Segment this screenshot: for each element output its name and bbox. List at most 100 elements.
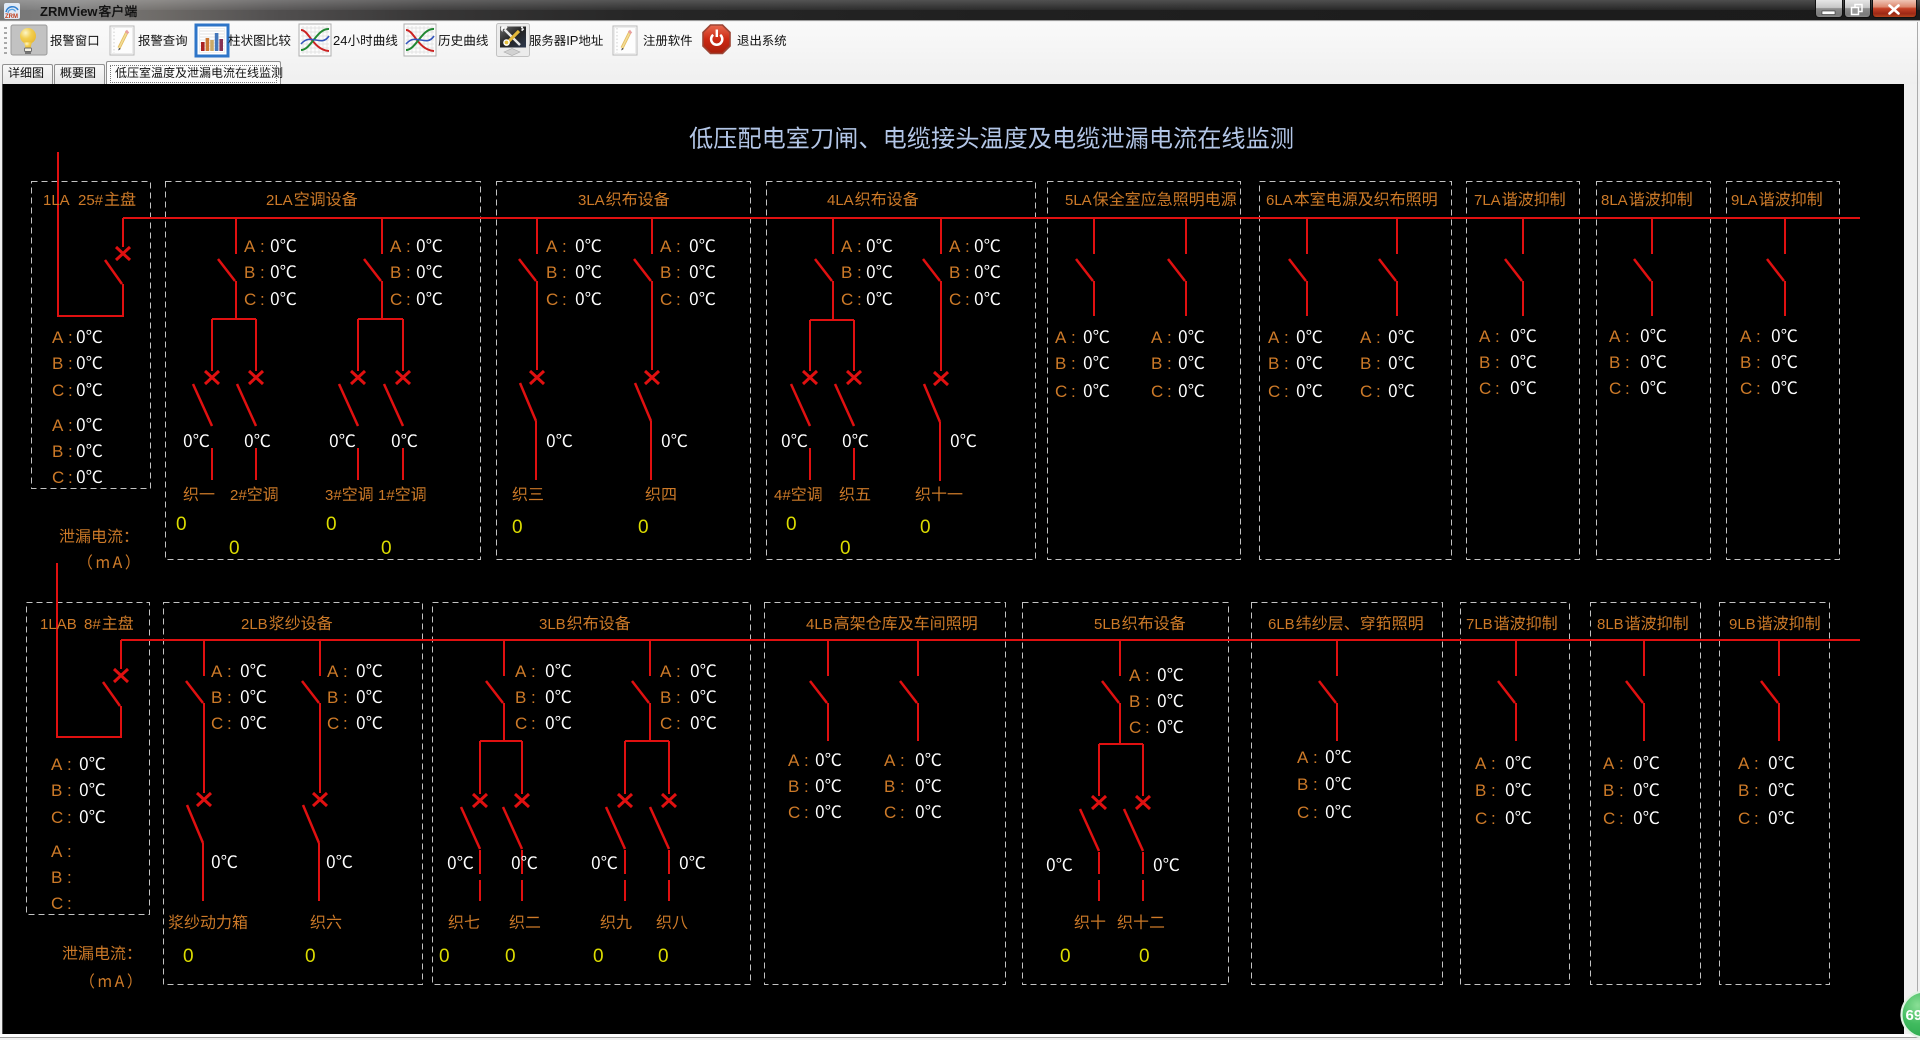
svg-text:A:: A: (1475, 754, 1496, 773)
svg-text:B:: B: (1603, 781, 1624, 800)
svg-text:C:: C: (1360, 382, 1381, 401)
svg-text:A:: A: (1479, 327, 1500, 346)
svg-text:B:: B: (1475, 781, 1496, 800)
svg-text:A:: A: (660, 662, 681, 681)
svg-text:1#: 1# (378, 487, 395, 504)
svg-text:B:: B: (884, 777, 905, 796)
svg-text:A:: A: (1297, 748, 1318, 767)
svg-text:1LAB: 1LAB (40, 616, 77, 633)
svg-text:A:: A: (660, 237, 681, 256)
svg-text:A:: A: (1151, 328, 1172, 347)
svg-text:C:: C: (1479, 379, 1500, 398)
svg-text:1LA: 1LA (43, 192, 70, 209)
svg-text:C:: C: (884, 803, 905, 822)
svg-text:A:: A: (327, 662, 348, 681)
svg-text:B:: B: (390, 263, 411, 282)
svg-text:B:: B: (1151, 354, 1172, 373)
svg-text:C:: C: (1297, 803, 1318, 822)
svg-text:8LA: 8LA (1601, 192, 1628, 209)
svg-text:B:: B: (660, 263, 681, 282)
svg-text:C:: C: (1151, 382, 1172, 401)
svg-text:A:: A: (546, 237, 567, 256)
svg-text:0: 0 (593, 946, 604, 967)
svg-text:C:: C: (841, 290, 862, 309)
svg-text:0: 0 (840, 538, 851, 559)
svg-text:C:: C: (52, 468, 73, 487)
svg-text:A:: A: (841, 237, 862, 256)
svg-text:B:: B: (1268, 354, 1289, 373)
svg-text:B:: B: (1055, 354, 1076, 373)
svg-text:0: 0 (920, 517, 931, 538)
svg-text:A:: A: (1055, 328, 1076, 347)
svg-text:0: 0 (786, 514, 797, 535)
svg-text:B:: B: (211, 688, 232, 707)
svg-text:B:: B: (515, 688, 536, 707)
svg-text:C:: C: (660, 290, 681, 309)
svg-text:A:: A: (1740, 327, 1761, 346)
svg-text:B:: B: (546, 263, 567, 282)
svg-text:24: 24 (333, 33, 347, 48)
svg-text:C:: C: (1603, 809, 1624, 828)
svg-text:6LA: 6LA (1266, 192, 1293, 209)
svg-text:0: 0 (326, 514, 337, 535)
svg-text:IP: IP (566, 33, 578, 48)
svg-text:C:: C: (1055, 382, 1076, 401)
svg-text:A:: A: (884, 751, 905, 770)
svg-text:C:: C: (1738, 809, 1759, 828)
svg-text:C:: C: (788, 803, 809, 822)
svg-text:C:: C: (51, 808, 72, 827)
svg-text:B:: B: (51, 781, 72, 800)
svg-text:B:: B: (1738, 781, 1759, 800)
svg-text:C:: C: (515, 714, 536, 733)
svg-text:3LA: 3LA (578, 192, 605, 209)
svg-text:B:: B: (51, 868, 72, 887)
svg-text:A:: A: (1360, 328, 1381, 347)
svg-text:A:: A: (211, 662, 232, 681)
svg-text:A:: A: (51, 755, 72, 774)
svg-text:B:: B: (327, 688, 348, 707)
svg-text:2#: 2# (230, 487, 247, 504)
svg-text:9LB: 9LB (1729, 616, 1756, 633)
svg-text:C:: C: (1740, 379, 1761, 398)
svg-text:A:: A: (1129, 666, 1150, 685)
svg-text:B:: B: (788, 777, 809, 796)
svg-text:69%: 69% (1905, 1007, 1920, 1024)
svg-text:0: 0 (505, 946, 516, 967)
svg-text:C:: C: (244, 290, 265, 309)
svg-text:B:: B: (1740, 353, 1761, 372)
svg-text:A:: A: (390, 237, 411, 256)
svg-text:0: 0 (512, 517, 523, 538)
svg-text:A:: A: (244, 237, 265, 256)
svg-text:5LB: 5LB (1094, 616, 1121, 633)
svg-text:2LA: 2LA (266, 192, 293, 209)
svg-text:2LB: 2LB (241, 616, 268, 633)
svg-text:25#: 25# (78, 192, 104, 209)
svg-text:A:: A: (1738, 754, 1759, 773)
svg-text:A:: A: (52, 328, 73, 347)
svg-text:A:: A: (515, 662, 536, 681)
svg-text:7LA: 7LA (1474, 192, 1501, 209)
svg-text:C:: C: (1268, 382, 1289, 401)
svg-text:0: 0 (305, 946, 316, 967)
svg-text:C:: C: (52, 381, 73, 400)
svg-text:A:: A: (52, 416, 73, 435)
svg-text:C:: C: (1609, 379, 1630, 398)
svg-text:5LA: 5LA (1065, 192, 1092, 209)
svg-text:B:: B: (1360, 354, 1381, 373)
svg-text:A:: A: (1603, 754, 1624, 773)
svg-text:0: 0 (229, 538, 240, 559)
svg-text:4#: 4# (774, 487, 791, 504)
svg-text:0: 0 (1060, 946, 1071, 967)
svg-text:C:: C: (51, 894, 72, 913)
svg-text:ZRM: ZRM (5, 14, 18, 20)
svg-text:4LA: 4LA (827, 192, 854, 209)
svg-text:C:: C: (211, 714, 232, 733)
svg-text:3LB: 3LB (539, 616, 566, 633)
svg-text:A:: A: (949, 237, 970, 256)
svg-text:C:: C: (546, 290, 567, 309)
svg-text:C:: C: (1475, 809, 1496, 828)
svg-text:0: 0 (658, 946, 669, 967)
svg-text:0: 0 (1139, 946, 1150, 967)
svg-text:8#: 8# (84, 616, 101, 633)
svg-text:B:: B: (660, 688, 681, 707)
